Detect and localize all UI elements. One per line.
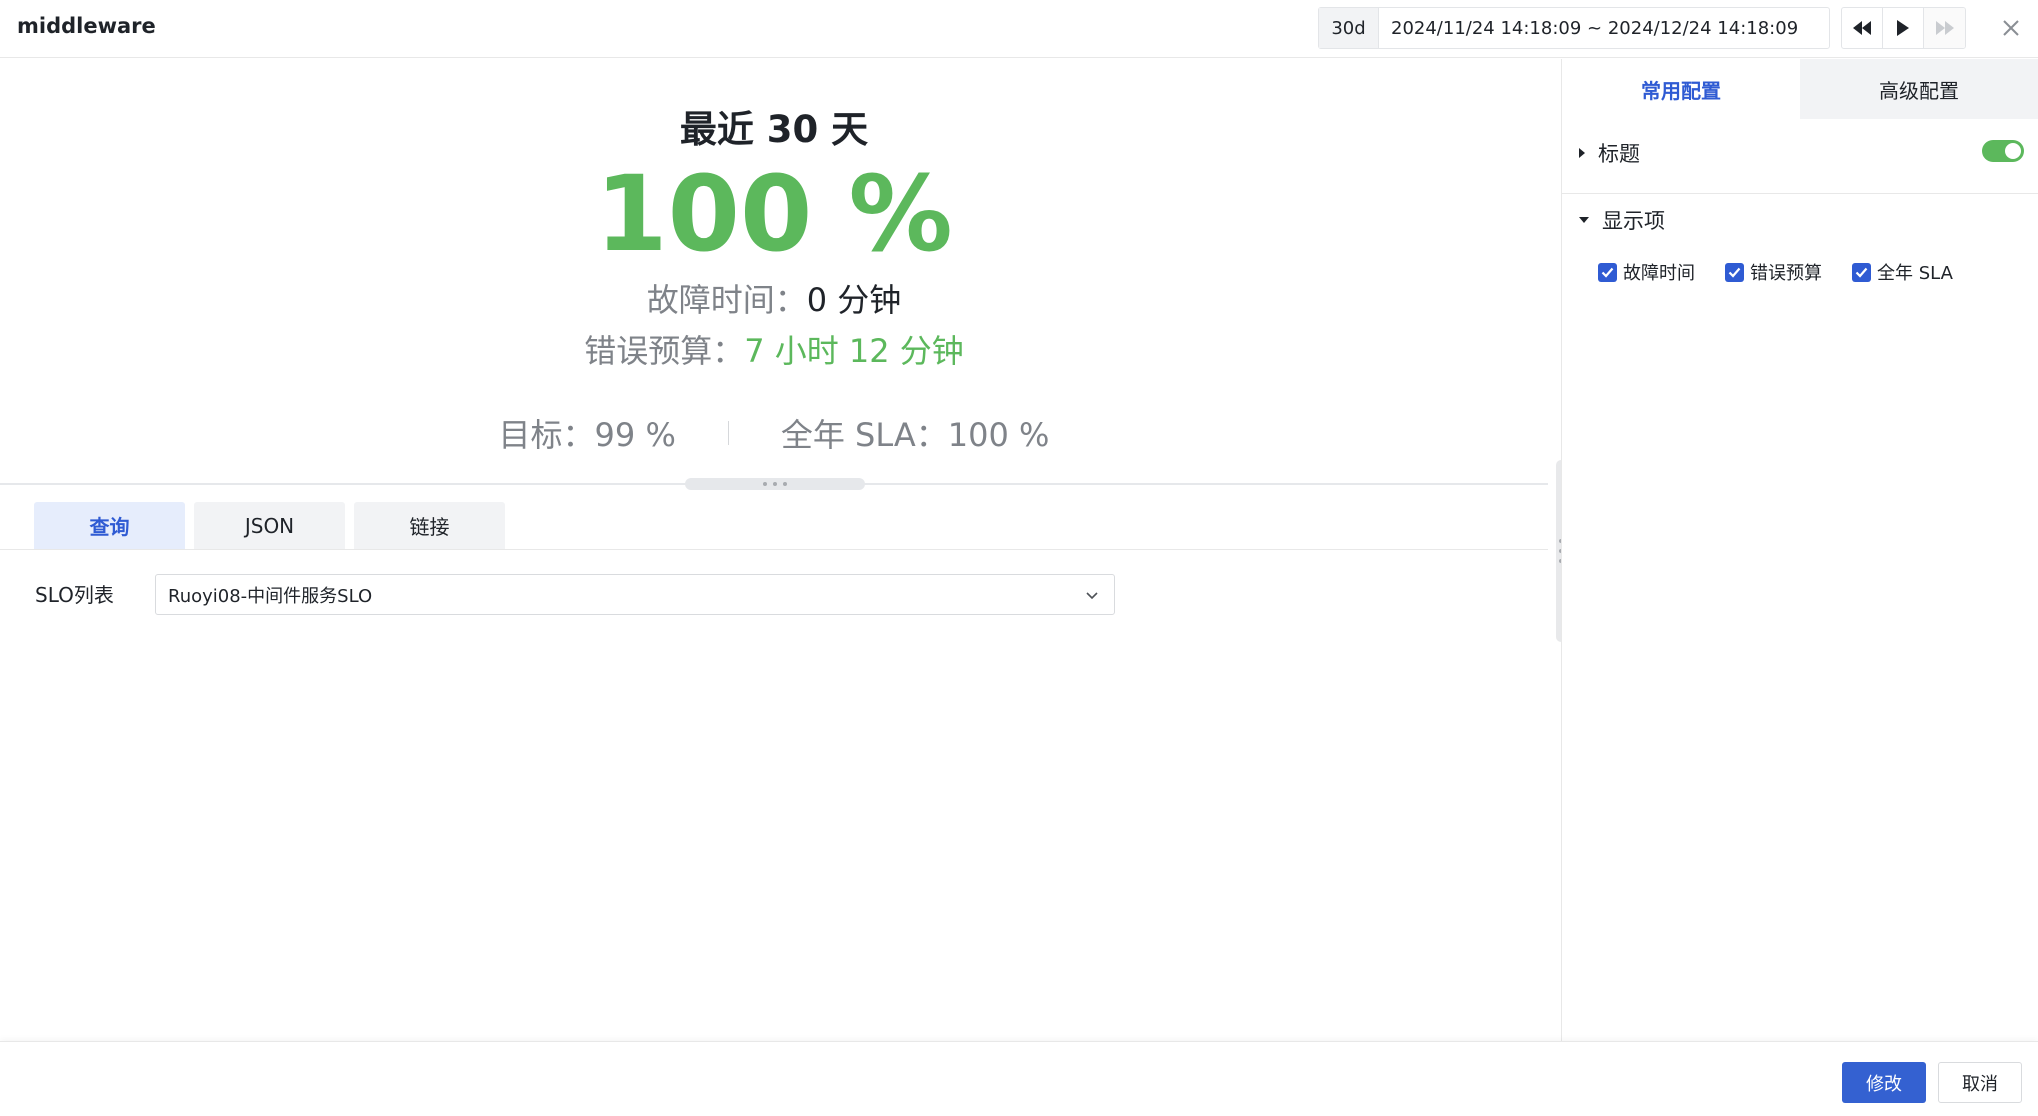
caret-right-icon [1579,148,1585,158]
annual-label: 全年 SLA： [780,416,948,454]
play-icon [1897,20,1909,36]
slo-select[interactable]: Ruoyi08-中间件服务SLO [155,574,1115,615]
cancel-button[interactable]: 取消 [1938,1062,2022,1103]
tabs-underline [0,549,1548,550]
check-icon [1598,262,1617,282]
resize-handle-horizontal[interactable] [685,478,865,490]
time-range-picker[interactable]: 30d 2024/11/24 14:18:09 ~ 2024/12/24 14:… [1318,7,1830,49]
downtime-label: 故障时间： [646,281,807,319]
fast-forward-button[interactable] [1924,8,1965,48]
budget-value: 7 小时 12 分钟 [744,332,964,370]
preview-title: 最近 30 天 [679,108,869,151]
stats-row: 目标：99 % 全年 SLA：100 % [0,410,1548,456]
rewind-button[interactable] [1842,8,1883,48]
title-section: 标题 [1562,138,2038,194]
checkbox-label: 故障时间 [1623,263,1695,284]
fast-forward-icon [1935,21,1954,35]
checkbox-label: 错误预算 [1750,263,1822,284]
checkbox-downtime[interactable]: 故障时间 [1598,259,1695,285]
tab-link[interactable]: 链接 [354,502,505,549]
slo-list-label: SLO列表 [35,583,114,607]
downtime-row: 故障时间：0 分钟 [0,275,1548,321]
caret-down-icon [1579,217,1589,223]
target-value: 99 % [594,416,676,454]
submit-button[interactable]: 修改 [1842,1062,1926,1103]
rewind-icon [1853,21,1871,35]
tab-query[interactable]: 查询 [34,502,185,549]
stat-divider [727,421,729,445]
drag-dot-icon [783,482,787,486]
range-preset[interactable]: 30d [1319,8,1379,48]
playback-controls [1841,7,1966,49]
annual-stat: 全年 SLA：100 % [781,410,1050,456]
config-tabs: 常用配置 高级配置 [1562,59,2038,119]
drag-dot-icon [773,482,777,486]
title-toggle[interactable] [1982,140,2024,162]
display-options: 故障时间 错误预算 全年 SLA [1598,259,1953,285]
panel-title: middleware [17,14,156,38]
main-panel: 最近 30 天 100 % 故障时间：0 分钟 错误预算：7 小时 12 分钟 … [0,59,1560,1041]
toggle-knob [2005,143,2021,159]
check-icon [1725,262,1744,282]
footer-bar: 修改 取消 [0,1041,2038,1116]
checkbox-label: 全年 SLA [1877,263,1953,284]
close-icon [2003,20,2019,36]
drag-dot-icon [763,482,767,486]
downtime-value: 0 分钟 [806,281,902,319]
header-bar: middleware 30d 2024/11/24 14:18:09 ~ 202… [0,0,2038,58]
checkbox-annual-sla[interactable]: 全年 SLA [1852,259,1953,285]
chevron-down-icon [1086,592,1098,600]
close-button[interactable] [1997,14,2025,42]
target-label: 目标： [498,416,595,454]
sla-value: 100 % [595,153,953,275]
tab-advanced-config[interactable]: 高级配置 [1800,59,2038,119]
display-section-header[interactable]: 显示项 [1578,205,1665,235]
target-stat: 目标：99 % [499,410,676,456]
config-panel: 常用配置 高级配置 标题 显示项 故障时间 错误预算 全年 SLA [1561,59,2038,1041]
budget-row: 错误预算：7 小时 12 分钟 [0,326,1548,372]
title-section-header[interactable]: 标题 [1578,138,1640,168]
query-tabs: 查询 JSON 链接 [34,502,505,549]
check-icon [1852,262,1871,282]
display-section-label: 显示项 [1602,209,1665,233]
play-button[interactable] [1883,8,1924,48]
annual-value: 100 % [947,416,1050,454]
budget-label: 错误预算： [584,332,745,370]
range-text[interactable]: 2024/11/24 14:18:09 ~ 2024/12/24 14:18:0… [1379,8,1829,48]
checkbox-error-budget[interactable]: 错误预算 [1725,259,1822,285]
title-section-label: 标题 [1598,142,1640,166]
slo-selected-value: Ruoyi08-中间件服务SLO [168,585,373,607]
tab-common-config[interactable]: 常用配置 [1562,59,1800,119]
tab-json[interactable]: JSON [194,502,345,549]
